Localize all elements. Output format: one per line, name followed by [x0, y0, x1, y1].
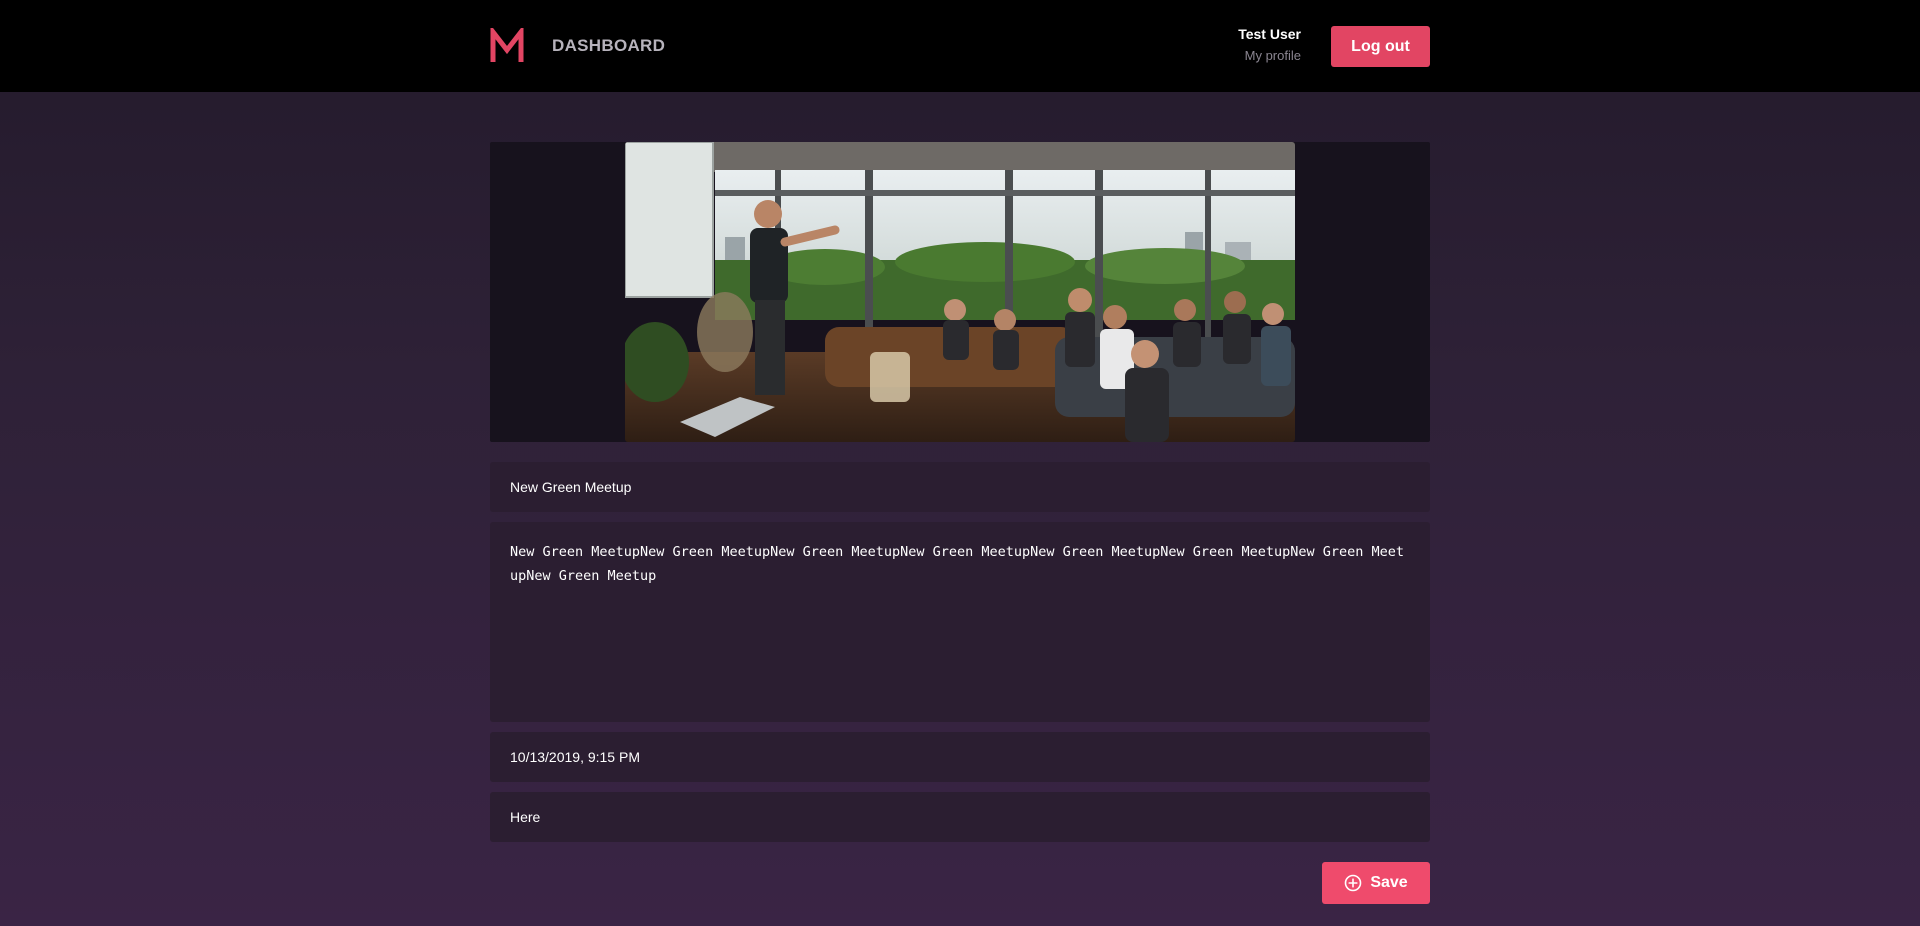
save-label: Save	[1370, 874, 1408, 891]
meetup-edit-form: New Green Meetup New Green MeetupNew Gre…	[490, 142, 1430, 904]
location-input[interactable]: Here	[490, 792, 1430, 842]
title-input[interactable]: New Green Meetup	[490, 462, 1430, 512]
form-actions: Save	[490, 842, 1430, 904]
dashboard-link[interactable]: DASHBOARD	[552, 36, 665, 56]
save-button[interactable]: Save	[1322, 862, 1430, 904]
description-textarea[interactable]: New Green MeetupNew Green MeetupNew Gree…	[490, 522, 1430, 722]
navbar-container: DASHBOARD Test User My profile Log out	[490, 0, 1430, 92]
logout-button[interactable]: Log out	[1331, 26, 1430, 67]
add-circle-icon	[1345, 874, 1362, 892]
image-upload-panel[interactable]	[490, 142, 1430, 442]
m-logo-icon[interactable]	[490, 28, 524, 64]
top-navbar: DASHBOARD Test User My profile Log out	[0, 0, 1920, 92]
meetup-photo-icon	[625, 142, 1295, 442]
date-input[interactable]: 10/13/2019, 9:15 PM	[490, 732, 1430, 782]
user-name: Test User	[1238, 26, 1301, 42]
user-info: Test User My profile	[1238, 26, 1301, 63]
my-profile-link[interactable]: My profile	[1238, 48, 1301, 63]
